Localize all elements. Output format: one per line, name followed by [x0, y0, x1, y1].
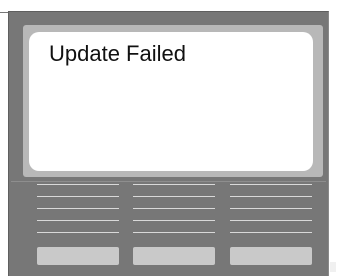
menu-line [230, 196, 312, 197]
page: Update Failed [0, 0, 338, 276]
soft-key-right-button[interactable] [230, 247, 312, 265]
menu-line [37, 232, 119, 233]
menu-line [37, 220, 119, 221]
menu-line [133, 184, 215, 185]
menu-line [37, 184, 119, 185]
menu-line [230, 220, 312, 221]
menu-line [230, 232, 312, 233]
screen-bezel: Update Failed [23, 25, 323, 177]
menu-line [133, 196, 215, 197]
corner-tick [0, 12, 8, 13]
menu-line [37, 208, 119, 209]
menu-line [37, 196, 119, 197]
menu-line [230, 208, 312, 209]
soft-key-left-button[interactable] [37, 247, 119, 265]
menu-line [133, 232, 215, 233]
soft-key-center-button[interactable] [133, 247, 215, 265]
device-panel: Update Failed [8, 11, 329, 276]
menu-line [230, 184, 312, 185]
menu-line [133, 208, 215, 209]
display-screen: Update Failed [29, 32, 313, 171]
edge-mark [330, 262, 336, 272]
menu-line [133, 220, 215, 221]
status-message: Update Failed [49, 41, 186, 66]
panel-separator [11, 181, 326, 182]
